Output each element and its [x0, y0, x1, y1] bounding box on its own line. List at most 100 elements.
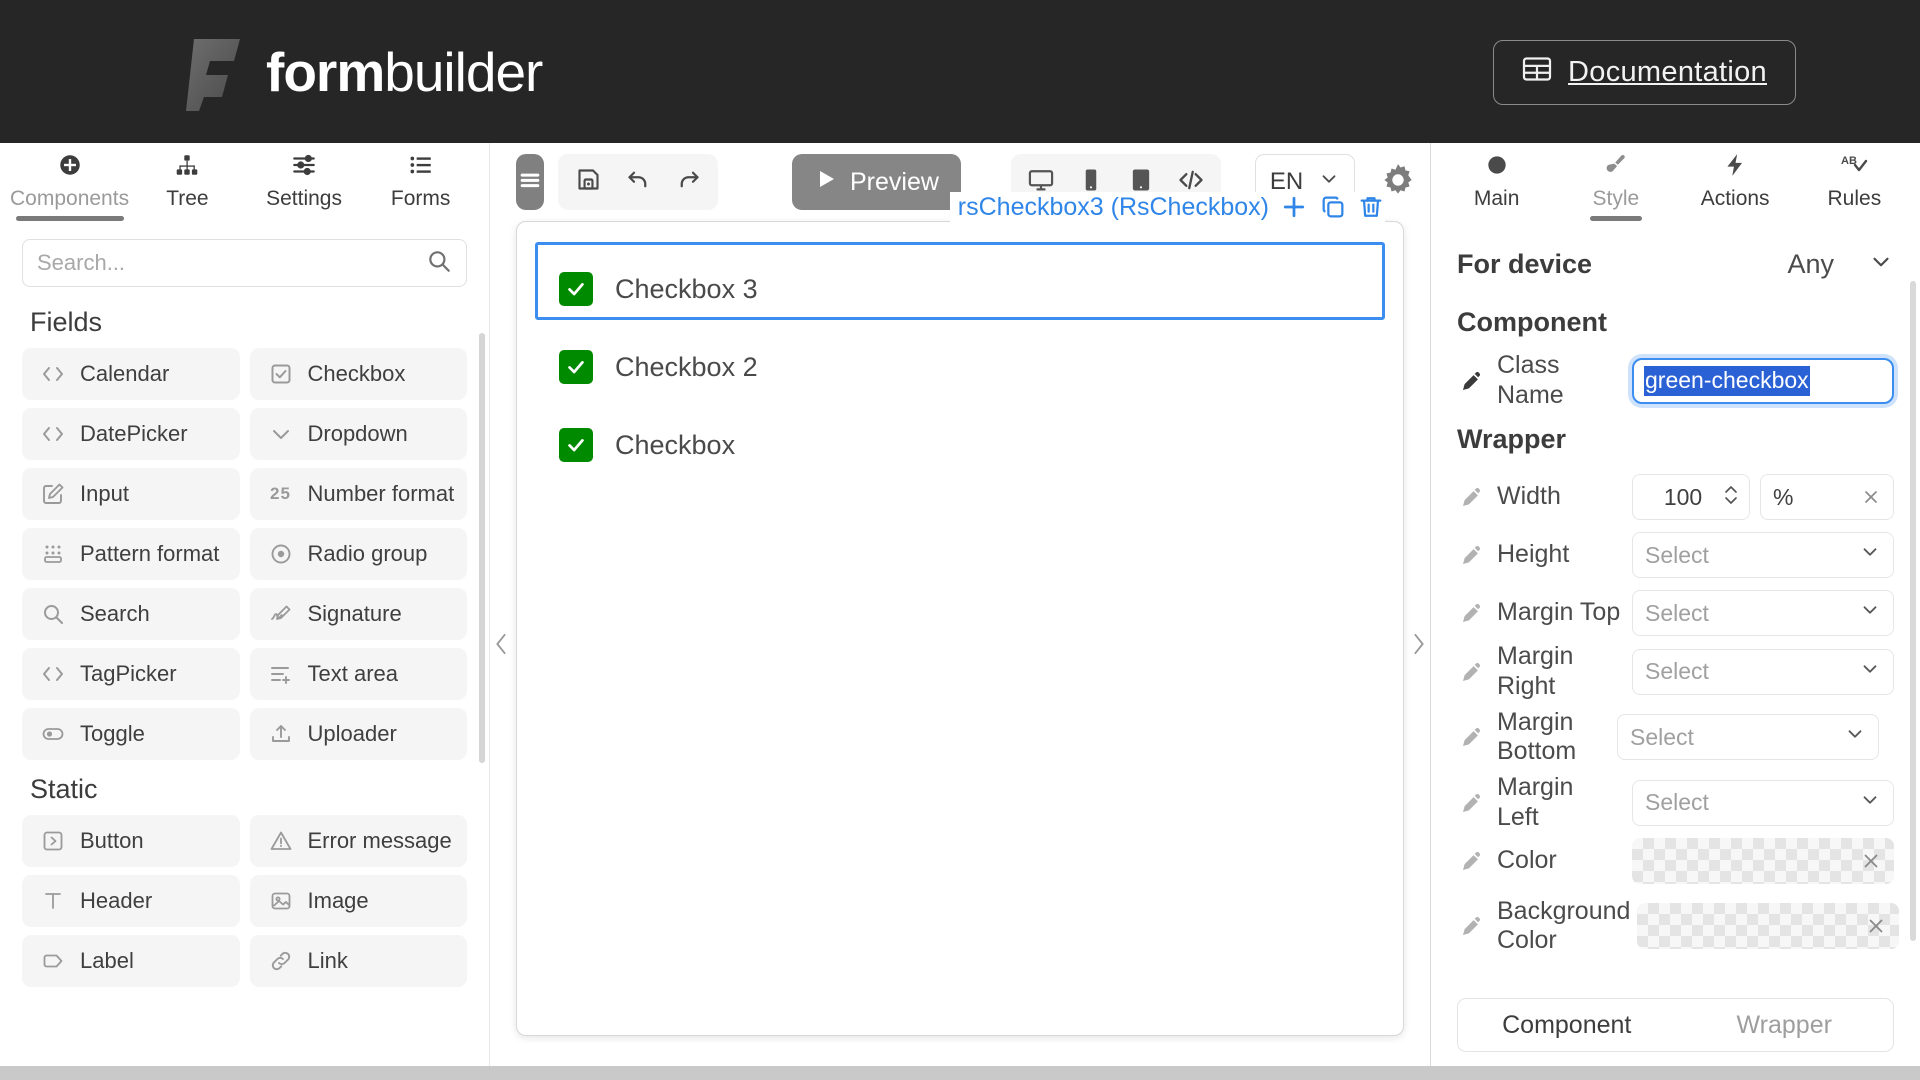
radio-icon: [268, 541, 294, 567]
form-field-checkbox-1[interactable]: Checkbox: [543, 406, 1377, 484]
style-settings-body[interactable]: For device Any Component Class Name gree…: [1431, 221, 1920, 990]
tab-component[interactable]: Component: [1458, 999, 1676, 1051]
chip-label: Link: [307, 948, 348, 973]
chevron-down-icon: [1859, 658, 1881, 686]
margin-right-select[interactable]: Select: [1632, 648, 1894, 695]
tab-rules[interactable]: AB Rules: [1795, 152, 1914, 221]
pen-icon[interactable]: [1457, 791, 1487, 815]
component-chip-radio-group[interactable]: Radio group: [249, 528, 467, 580]
component-chip-link[interactable]: Link: [249, 935, 467, 987]
width-control: 100 %: [1632, 474, 1894, 520]
collapse-right-button[interactable]: [1406, 624, 1432, 664]
right-panel-scrollbar[interactable]: [1910, 281, 1916, 941]
add-icon[interactable]: [1279, 192, 1309, 222]
pen-icon[interactable]: [1457, 849, 1487, 873]
tab-wrapper[interactable]: Wrapper: [1676, 999, 1894, 1051]
component-chip-input[interactable]: Input: [22, 468, 240, 520]
save-button[interactable]: [564, 158, 612, 206]
color-swatch[interactable]: [1632, 838, 1894, 884]
form-canvas[interactable]: rsCheckbox3 (RsCheckbox) Checkbox 3 Chec…: [516, 192, 1404, 1036]
tab-actions-label: Actions: [1700, 187, 1770, 210]
sidebar-item-forms[interactable]: Forms: [362, 152, 479, 221]
chevron-down-icon[interactable]: [1868, 249, 1894, 280]
menu-toggle-button[interactable]: [516, 154, 544, 210]
for-device-row[interactable]: For device Any: [1457, 235, 1894, 293]
component-chip-search[interactable]: Search: [22, 588, 240, 640]
background-color-swatch[interactable]: [1637, 903, 1899, 949]
chevron-down-icon: [268, 421, 294, 447]
chip-label: Number format: [307, 481, 455, 506]
height-select[interactable]: Select: [1632, 532, 1894, 578]
component-chip-signature[interactable]: Signature: [249, 588, 467, 640]
component-chip-text-area[interactable]: Text area: [249, 648, 467, 700]
component-chip-uploader[interactable]: Uploader: [249, 708, 467, 760]
pen-icon[interactable]: [1457, 601, 1487, 625]
form-field-checkbox-2[interactable]: Checkbox 2: [543, 328, 1377, 406]
component-chip-checkbox[interactable]: Checkbox: [249, 348, 467, 400]
sidebar-item-tree[interactable]: Tree: [129, 152, 246, 221]
width-unit-select[interactable]: %: [1760, 474, 1894, 520]
tab-actions[interactable]: Actions: [1676, 152, 1795, 221]
width-stepper[interactable]: 100: [1632, 474, 1750, 520]
formbuilder-logo-icon: [186, 33, 248, 111]
class-name-input[interactable]: green-checkbox: [1632, 357, 1894, 404]
pen-icon[interactable]: [1457, 660, 1487, 684]
chip-label: Header: [80, 888, 153, 913]
lightning-icon: [1722, 152, 1748, 183]
component-search-box[interactable]: [22, 239, 467, 287]
pen-icon[interactable]: [1457, 369, 1487, 393]
selection-toolbar: rsCheckbox3 (RsCheckbox): [949, 192, 1385, 222]
sidebar-item-settings[interactable]: Settings: [246, 152, 363, 221]
checkbox-checked-icon[interactable]: [559, 350, 593, 384]
undo-button[interactable]: [614, 158, 662, 206]
component-chip-image[interactable]: Image: [249, 875, 467, 927]
close-icon[interactable]: [1860, 850, 1882, 872]
pen-icon[interactable]: [1457, 543, 1487, 567]
sidebar-item-components[interactable]: Components: [10, 152, 129, 221]
component-list[interactable]: Fields Calendar Checkbox DatePicker Drop…: [0, 293, 489, 1066]
component-chip-error-message[interactable]: Error message: [249, 815, 467, 867]
component-chip-calendar[interactable]: Calendar: [22, 348, 240, 400]
duplicate-icon[interactable]: [1319, 193, 1347, 221]
delete-icon[interactable]: [1357, 193, 1385, 221]
save-icon: [575, 166, 602, 198]
margin-bottom-control: Select: [1617, 714, 1879, 760]
collapse-left-button[interactable]: [488, 624, 514, 664]
checkbox-checked-icon[interactable]: [559, 272, 593, 306]
component-chip-dropdown[interactable]: Dropdown: [249, 408, 467, 460]
tab-style[interactable]: Style: [1556, 152, 1675, 221]
pen-icon[interactable]: [1457, 485, 1487, 509]
component-chip-toggle[interactable]: Toggle: [22, 708, 240, 760]
stepper-arrows-icon[interactable]: [1723, 481, 1739, 514]
component-chip-label[interactable]: Label: [22, 935, 240, 987]
close-icon[interactable]: [1861, 487, 1881, 507]
top-bar: formbuilder Documentation: [0, 0, 1920, 143]
tag-icon: [40, 948, 66, 974]
redo-button[interactable]: [664, 158, 712, 206]
component-chip-header[interactable]: Header: [22, 875, 240, 927]
form-field-checkbox-3[interactable]: Checkbox 3: [543, 250, 1377, 328]
sidebar-item-forms-label: Forms: [390, 187, 451, 210]
margin-left-select[interactable]: Select: [1632, 779, 1894, 826]
documentation-button[interactable]: Documentation: [1493, 40, 1796, 105]
checkbox-checked-icon[interactable]: [559, 428, 593, 462]
component-chip-number-format[interactable]: 25 Number format: [249, 468, 467, 520]
tab-main[interactable]: Main: [1437, 152, 1556, 221]
margin-bottom-select[interactable]: Select: [1617, 714, 1879, 760]
preview-button[interactable]: Preview: [792, 154, 961, 210]
close-icon[interactable]: [1865, 915, 1887, 937]
pen-icon[interactable]: [1457, 914, 1487, 938]
bottom-scrollbar[interactable]: [0, 1066, 1920, 1080]
component-chip-datepicker[interactable]: DatePicker: [22, 408, 240, 460]
left-panel-scrollbar[interactable]: [479, 333, 485, 763]
margin-left-control: Select: [1632, 779, 1894, 826]
component-chip-pattern-format[interactable]: Pattern format: [22, 528, 240, 580]
component-chip-tagpicker[interactable]: TagPicker: [22, 648, 240, 700]
brand-logo: formbuilder: [186, 33, 543, 111]
margin-top-select[interactable]: Select: [1632, 590, 1894, 636]
component-chip-button[interactable]: Button: [22, 815, 240, 867]
search-icon: [426, 248, 452, 279]
scope-tabs: Component Wrapper: [1457, 998, 1894, 1052]
search-input[interactable]: [37, 250, 418, 276]
pen-icon[interactable]: [1457, 725, 1487, 749]
